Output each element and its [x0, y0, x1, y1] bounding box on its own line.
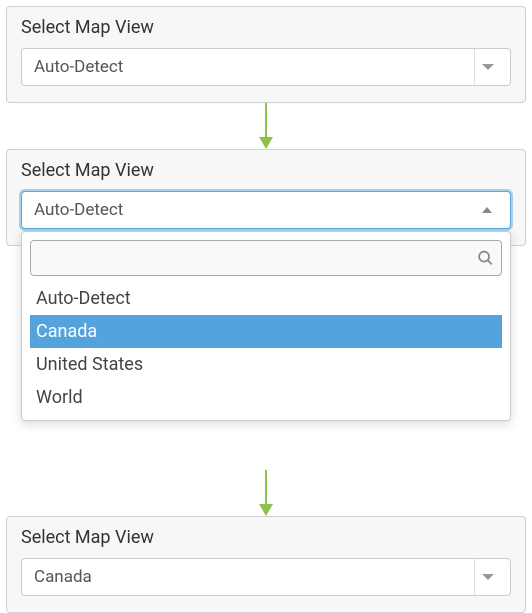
chevron-down-icon — [474, 49, 500, 85]
panel-label: Select Map View — [21, 527, 511, 548]
search-icon — [477, 250, 494, 267]
map-view-select[interactable]: Auto-Detect — [21, 48, 511, 86]
flow-arrow-icon — [6, 470, 526, 516]
chevron-down-icon — [474, 559, 500, 595]
map-view-panel-closed: Select Map View Auto-Detect — [6, 6, 526, 103]
dropdown-option-united-states[interactable]: United States — [30, 348, 502, 381]
map-view-dropdown: Auto-Detect Canada United States World — [21, 231, 511, 421]
panel-label: Select Map View — [21, 160, 511, 181]
dropdown-option-world[interactable]: World — [30, 381, 502, 414]
dropdown-search-input[interactable] — [30, 240, 502, 276]
map-view-panel-open: Select Map View Auto-Detect Auto-Detect … — [6, 149, 526, 246]
select-value: Canada — [34, 567, 92, 587]
panel-label: Select Map View — [21, 17, 511, 38]
map-view-select[interactable]: Canada — [21, 558, 511, 596]
dropdown-option-auto-detect[interactable]: Auto-Detect — [30, 282, 502, 315]
select-value: Auto-Detect — [34, 57, 123, 77]
dropdown-option-canada[interactable]: Canada — [30, 315, 502, 348]
map-view-select-expanded[interactable]: Auto-Detect — [21, 191, 511, 229]
flow-arrow-icon — [6, 103, 526, 149]
chevron-up-icon — [474, 192, 500, 228]
select-value: Auto-Detect — [34, 200, 123, 220]
map-view-panel-result: Select Map View Canada — [6, 516, 526, 613]
